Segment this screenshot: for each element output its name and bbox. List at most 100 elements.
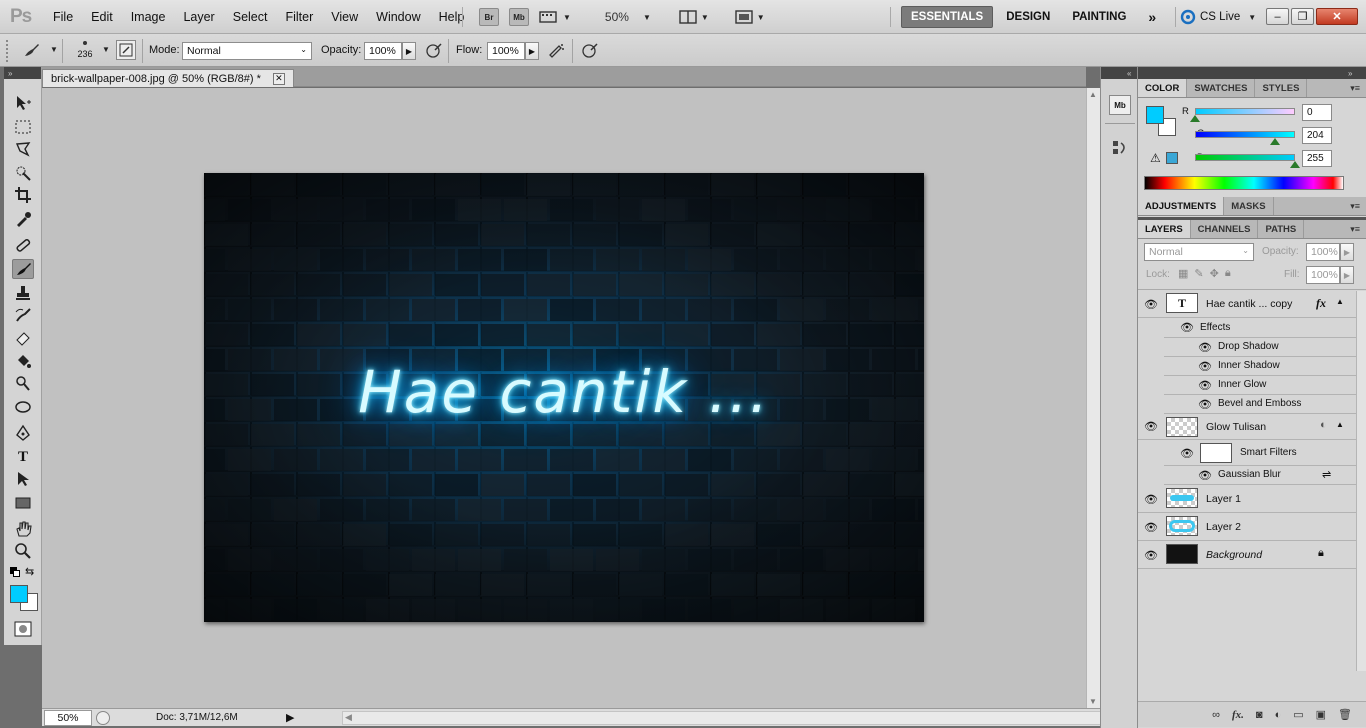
scroll-left-icon[interactable]: ◀ [345, 712, 352, 723]
workspace-essentials[interactable]: ESSENTIALS [901, 6, 994, 28]
flow-input[interactable]: 100% [487, 42, 525, 60]
opacity-slider-button[interactable]: ▶ [402, 42, 416, 60]
crop-tool[interactable] [12, 185, 34, 205]
smart-filter-icon[interactable]: ◐ [1320, 419, 1327, 431]
pen-tool[interactable] [12, 423, 34, 443]
screen-mode-button[interactable]: ▼ [735, 10, 765, 24]
tab-masks[interactable]: MASKS [1224, 197, 1274, 215]
blend-mode-select[interactable]: Normal ⌄ [182, 42, 312, 60]
document-image[interactable]: Hae cantik ... [204, 173, 924, 622]
hand-tool[interactable] [12, 519, 34, 539]
zoom-tool[interactable] [12, 541, 34, 561]
status-menu-button[interactable]: ▶ [286, 711, 294, 724]
effect-row-bevel-emboss[interactable]: 👁︎ Bevel and Emboss [1164, 395, 1356, 414]
arrange-documents-button[interactable]: ▼ [679, 10, 709, 24]
workspace-design[interactable]: DESIGN [997, 7, 1059, 27]
panel-menu-icon[interactable]: ▾≡ [1350, 201, 1360, 212]
green-value-input[interactable]: 204 [1302, 127, 1332, 144]
tab-channels[interactable]: CHANNELS [1191, 220, 1259, 238]
panels-header[interactable]: » [1138, 67, 1366, 79]
link-layers-icon[interactable]: ∞ [1212, 709, 1220, 721]
status-zoom-field[interactable]: 50% [44, 710, 92, 726]
color-ramp[interactable] [1144, 176, 1344, 190]
workspace-painting[interactable]: PAINTING [1063, 7, 1135, 27]
lasso-tool[interactable] [12, 139, 34, 159]
eye-icon[interactable]: 👁︎ [1144, 421, 1158, 433]
web-safe-color-swatch[interactable] [1166, 152, 1178, 164]
red-value-input[interactable]: 0 [1302, 104, 1332, 121]
smudge-tool[interactable] [12, 397, 34, 417]
chevron-down-icon[interactable]: ▼ [102, 45, 110, 54]
lock-pixels-icon[interactable]: ✎ [1194, 267, 1203, 280]
swap-colors-icon[interactable]: ⇆ [25, 565, 34, 578]
adjustment-layer-icon[interactable]: ◐ [1275, 709, 1282, 721]
layer-opacity-slider-button[interactable]: ▶ [1340, 243, 1354, 261]
path-selection-tool[interactable] [12, 469, 34, 489]
marquee-tool[interactable] [12, 117, 34, 137]
effect-row-drop-shadow[interactable]: 👁︎ Drop Shadow [1164, 338, 1356, 357]
add-layer-style-icon[interactable]: fx. [1232, 709, 1244, 721]
layers-scrollbar[interactable] [1356, 291, 1366, 671]
menu-filter[interactable]: Filter [276, 10, 322, 24]
scroll-up-icon[interactable]: ▲ [1089, 90, 1097, 99]
eye-icon[interactable]: 👁︎ [1198, 470, 1212, 482]
dodge-tool[interactable] [12, 373, 34, 393]
rectangle-tool[interactable] [12, 493, 34, 513]
foreground-color-swatch[interactable] [1146, 106, 1164, 124]
tab-styles[interactable]: STYLES [1255, 79, 1308, 97]
red-slider-thumb[interactable] [1190, 115, 1200, 122]
menu-layer[interactable]: Layer [174, 10, 223, 24]
blue-slider[interactable] [1195, 154, 1295, 161]
eye-icon[interactable]: 👁︎ [1180, 448, 1194, 460]
eye-icon[interactable]: 👁︎ [1198, 361, 1212, 373]
smart-filters-row[interactable]: 👁︎ Smart Filters [1164, 440, 1356, 466]
eraser-tool[interactable] [12, 327, 34, 347]
healing-brush-tool[interactable] [12, 235, 34, 255]
bridge-button[interactable]: Br [479, 8, 499, 26]
panel-menu-icon[interactable]: ▾≡ [1350, 83, 1360, 94]
new-group-icon[interactable]: ▭ [1293, 708, 1303, 721]
lock-transparency-icon[interactable]: ▦ [1178, 267, 1188, 280]
filter-options-icon[interactable]: ⇌ [1322, 468, 1331, 481]
layer-effects-row[interactable]: 👁︎ Effects [1164, 318, 1356, 338]
history-brush-tool[interactable] [12, 305, 34, 325]
eyedropper-tool[interactable] [12, 209, 34, 229]
layer-row-background[interactable]: 👁︎ Background 🔒︎ [1138, 541, 1356, 569]
eye-icon[interactable]: 👁︎ [1144, 522, 1158, 534]
tab-swatches[interactable]: SWATCHES [1187, 79, 1256, 97]
filter-row-gaussian-blur[interactable]: 👁︎ Gaussian Blur ⇌ [1164, 466, 1356, 485]
quick-selection-tool[interactable] [12, 163, 34, 183]
close-button[interactable]: ✕ [1316, 8, 1358, 25]
tab-paths[interactable]: PATHS [1258, 220, 1305, 238]
history-panel-button[interactable] [1111, 139, 1129, 160]
menu-view[interactable]: View [322, 10, 367, 24]
add-mask-icon[interactable]: ◙ [1256, 709, 1263, 721]
brush-picker[interactable]: 236 [72, 39, 98, 63]
cs-live-button[interactable]: CS Live ▼ [1180, 0, 1256, 34]
menu-edit[interactable]: Edit [82, 10, 122, 24]
eye-icon[interactable]: 👁︎ [1144, 299, 1158, 311]
effect-row-inner-glow[interactable]: 👁︎ Inner Glow [1164, 376, 1356, 395]
paint-bucket-tool[interactable] [12, 351, 34, 371]
brush-tool[interactable] [12, 259, 34, 279]
menu-select[interactable]: Select [224, 10, 277, 24]
scroll-down-icon[interactable]: ▼ [1089, 697, 1097, 706]
vertical-scrollbar[interactable]: ▲ ▼ [1086, 88, 1100, 708]
more-workspaces-button[interactable]: » [1139, 5, 1165, 29]
restore-button[interactable]: ❐ [1291, 8, 1314, 25]
lock-all-icon[interactable]: 🔒︎ [1225, 267, 1231, 280]
menu-file[interactable]: File [44, 10, 82, 24]
eye-icon[interactable]: 👁︎ [1198, 342, 1212, 354]
quick-mask-button[interactable] [12, 619, 34, 639]
opacity-input[interactable]: 100% [364, 42, 402, 60]
type-tool[interactable]: T [12, 447, 34, 467]
layer-row-layer-1[interactable]: 👁︎ Layer 1 [1138, 485, 1356, 513]
canvas-area[interactable]: Hae cantik ... [42, 88, 1086, 708]
blue-slider-thumb[interactable] [1290, 161, 1300, 168]
gamut-warning-icon[interactable]: ⚠ [1150, 151, 1161, 165]
menu-window[interactable]: Window [367, 10, 429, 24]
airbrush-button[interactable] [546, 40, 566, 60]
tab-color[interactable]: COLOR [1138, 79, 1188, 97]
zoom-level[interactable]: 50% [605, 10, 629, 24]
chevron-up-icon[interactable]: ▲ [1336, 297, 1344, 306]
